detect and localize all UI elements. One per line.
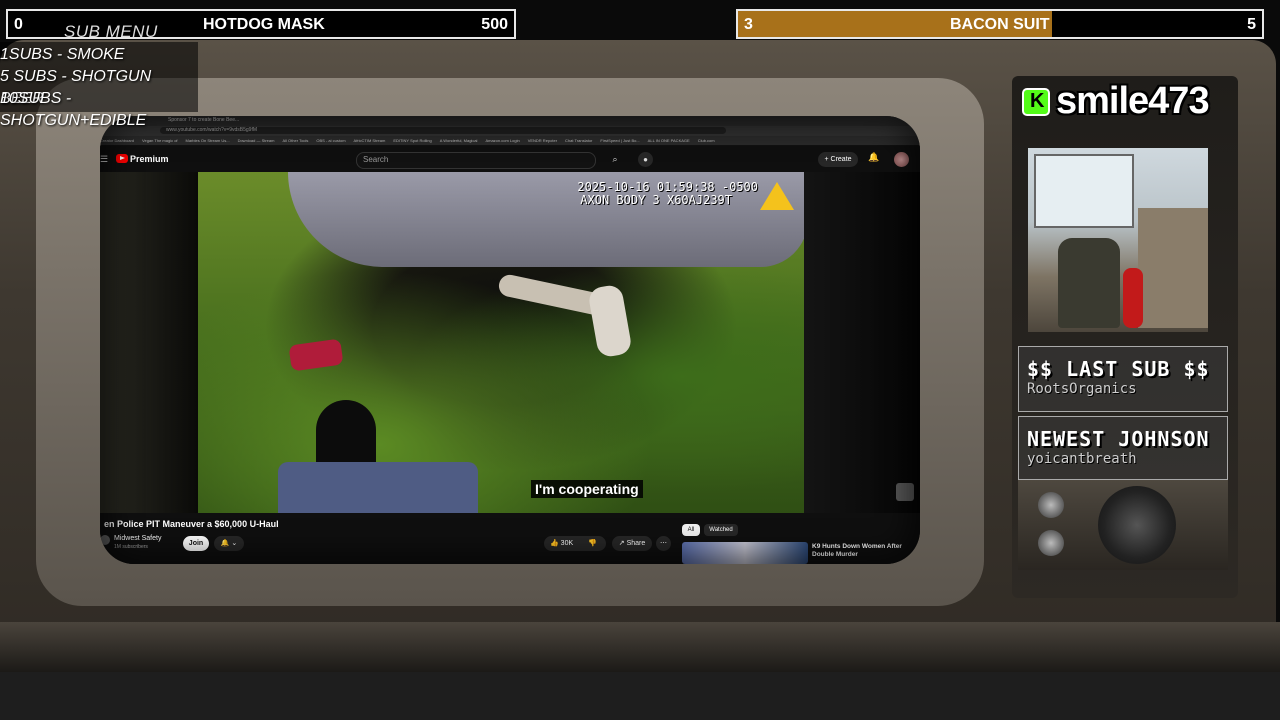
like-dislike-button[interactable]: 👍 30K 👎 bbox=[544, 536, 606, 551]
sub-menu-item: 10SUBS - SHOTGUN+EDIBLE bbox=[0, 90, 147, 129]
kick-logo-icon: K bbox=[1022, 87, 1050, 116]
account-avatar[interactable] bbox=[894, 152, 909, 167]
video-title: en Police PIT Maneuver a $60,000 U-Haul bbox=[104, 519, 279, 529]
sub-menu-item: 1SUBS - SMOKE bbox=[0, 46, 125, 63]
webcam-shelf bbox=[1138, 208, 1208, 328]
bookmark-item[interactable]: Marbles On Stream Us... bbox=[186, 138, 230, 143]
goal-target: 5 bbox=[1247, 16, 1256, 33]
notification-bell-dropdown[interactable]: 🔔 ⌄ bbox=[214, 536, 244, 551]
video-player[interactable]: 2025-10-16 01:59:38 -0500 AXON BODY 3 X6… bbox=[100, 172, 920, 513]
bookmark-item[interactable]: VENDR Repoter bbox=[528, 138, 557, 143]
menu-icon[interactable]: ☰ bbox=[100, 154, 108, 165]
bookmark-item[interactable]: Club.com bbox=[698, 138, 715, 143]
bookmark-item[interactable]: Vegan The magic of bbox=[142, 138, 178, 143]
last-sub-label: $$ LAST SUB $$ bbox=[1027, 357, 1210, 381]
bookmark-item[interactable]: Creator Dashboard bbox=[100, 138, 134, 143]
sub-menu-title: SUB MENU bbox=[64, 22, 158, 41]
newest-box: NEWEST JOHNSON yoicantbreath bbox=[1018, 416, 1228, 480]
youtube-header: ☰ Premium Search ⌕ ● + Create 🔔 bbox=[100, 146, 920, 172]
address-bar[interactable]: www.youtube.com/watch?v=9vdsB5g9fM bbox=[160, 127, 726, 134]
chip-all[interactable]: All bbox=[682, 524, 700, 536]
channel-name[interactable]: Midwest Safety bbox=[114, 535, 161, 542]
bodycam-timestamp: 2025-10-16 01:59:38 -0500 bbox=[577, 180, 758, 194]
more-actions-icon[interactable]: ⋯ bbox=[656, 536, 671, 551]
recommended-title[interactable]: K9 Hunts Down Women After Double Murder bbox=[812, 543, 916, 559]
bookmark-item[interactable]: ALL IN ONE PACKAGE bbox=[648, 138, 690, 143]
sub-menu-item: 5 SUBS - SHOTGUN BEER bbox=[0, 68, 152, 107]
sub-menu-list: 1SUBS - SMOKE 5 SUBS - SHOTGUN BEER 10SU… bbox=[0, 42, 198, 129]
floor-strip bbox=[0, 672, 1280, 720]
last-sub-name: RootsOrganics bbox=[1027, 381, 1137, 397]
recommended-thumbnail[interactable] bbox=[682, 542, 808, 564]
channel-subscribers: 1M subscribers bbox=[114, 544, 148, 550]
streamer-username: smile473 bbox=[1056, 80, 1210, 122]
share-button[interactable]: ↗ Share bbox=[612, 536, 652, 551]
search-icon[interactable]: ⌕ bbox=[606, 152, 624, 167]
dislike-icon[interactable]: 👎 bbox=[588, 536, 597, 551]
video-info: en Police PIT Maneuver a $60,000 U-Haul … bbox=[100, 513, 920, 564]
youtube-logo-icon[interactable] bbox=[116, 154, 128, 163]
channel-avatar[interactable] bbox=[100, 535, 110, 545]
video-left-margin bbox=[100, 172, 198, 513]
goal-target: 500 bbox=[481, 16, 508, 33]
bookmark-item[interactable]: Download — Stream bbox=[238, 138, 275, 143]
notifications-bell-icon[interactable]: 🔔 bbox=[868, 152, 879, 163]
axon-logo-icon bbox=[760, 182, 794, 210]
create-label: Create bbox=[830, 156, 852, 163]
video-right-margin bbox=[804, 172, 920, 513]
chip-watched[interactable]: Watched bbox=[704, 524, 738, 536]
video-frame[interactable]: 2025-10-16 01:59:38 -0500 AXON BODY 3 X6… bbox=[198, 172, 804, 513]
share-label: Share bbox=[626, 540, 646, 547]
goal-current: 3 bbox=[744, 16, 753, 33]
browser-tab-strip: Sponsor 7 to create Bone Bee... bbox=[100, 116, 920, 126]
tv-knob-small bbox=[1038, 530, 1064, 556]
red-can bbox=[288, 338, 344, 372]
create-button[interactable]: + Create bbox=[818, 152, 858, 167]
bookmark-item[interactable]: All Other Tools bbox=[282, 138, 308, 143]
bookmark-item[interactable]: OBS - ai custom bbox=[316, 138, 345, 143]
microphone-icon[interactable]: ● bbox=[638, 152, 653, 167]
search-placeholder: Search bbox=[363, 155, 389, 164]
last-sub-box: $$ LAST SUB $$ RootsOrganics bbox=[1018, 346, 1228, 412]
webcam-guitar bbox=[1123, 268, 1143, 328]
browser-toolbar: www.youtube.com/watch?v=9vdsB5g9fM bbox=[100, 126, 920, 136]
browser-tab[interactable]: Sponsor 7 to create Bone Bee... bbox=[168, 117, 239, 123]
sneaker-sole bbox=[587, 283, 633, 359]
goal-name: HOTDOG MASK bbox=[203, 16, 325, 33]
webcam-feed bbox=[1028, 148, 1208, 332]
tv-base bbox=[0, 622, 1280, 672]
goal-bar-bacon-suit: 3 BACON SUIT 5 bbox=[736, 9, 1264, 39]
goal-bar-hotdog-mask: 0 SUB MENU HOTDOG MASK 500 bbox=[6, 9, 516, 41]
bookmark-item[interactable]: AfricCTIM Stream bbox=[354, 138, 386, 143]
youtube-premium-label[interactable]: Premium bbox=[130, 154, 169, 164]
tv-channel-dial bbox=[1098, 486, 1176, 564]
bookmark-item[interactable]: EDITINY Spot Rolling bbox=[393, 138, 431, 143]
newest-name: yoicantbreath bbox=[1027, 451, 1137, 467]
bookmark-item[interactable]: Chat Translator bbox=[565, 138, 592, 143]
bodycam-device-id: AXON BODY 3 X60AJ239T bbox=[580, 193, 732, 207]
search-input[interactable]: Search bbox=[356, 152, 596, 169]
bookmark-item[interactable]: Amazon.com Login bbox=[485, 138, 519, 143]
newest-label: NEWEST JOHNSON bbox=[1027, 427, 1210, 451]
channel-watermark-icon[interactable] bbox=[896, 483, 914, 501]
tv-knob-panel bbox=[1018, 480, 1228, 570]
goal-name: BACON SUIT bbox=[950, 16, 1050, 33]
goal-current: 0 bbox=[14, 16, 23, 33]
bookmarks-bar: Creator Dashboard Vegan The magic of Marbl… bbox=[100, 136, 920, 145]
streamer-brand: K smile473 bbox=[1022, 80, 1210, 123]
join-button[interactable]: Join bbox=[183, 536, 209, 551]
webcam-window bbox=[1034, 154, 1134, 228]
tv-screen: Sponsor 7 to create Bone Bee... www.yout… bbox=[100, 116, 920, 564]
webcam-chair bbox=[1058, 238, 1120, 328]
tv-knob-small bbox=[1038, 492, 1064, 518]
bookmark-item[interactable]: A Wonderful, Magical bbox=[440, 138, 478, 143]
officer-leg bbox=[278, 462, 478, 513]
video-caption: I'm cooperating bbox=[531, 480, 643, 498]
bookmark-item[interactable]: FirstSpeed | Just Bo... bbox=[600, 138, 639, 143]
like-count: 👍 30K bbox=[550, 540, 574, 547]
